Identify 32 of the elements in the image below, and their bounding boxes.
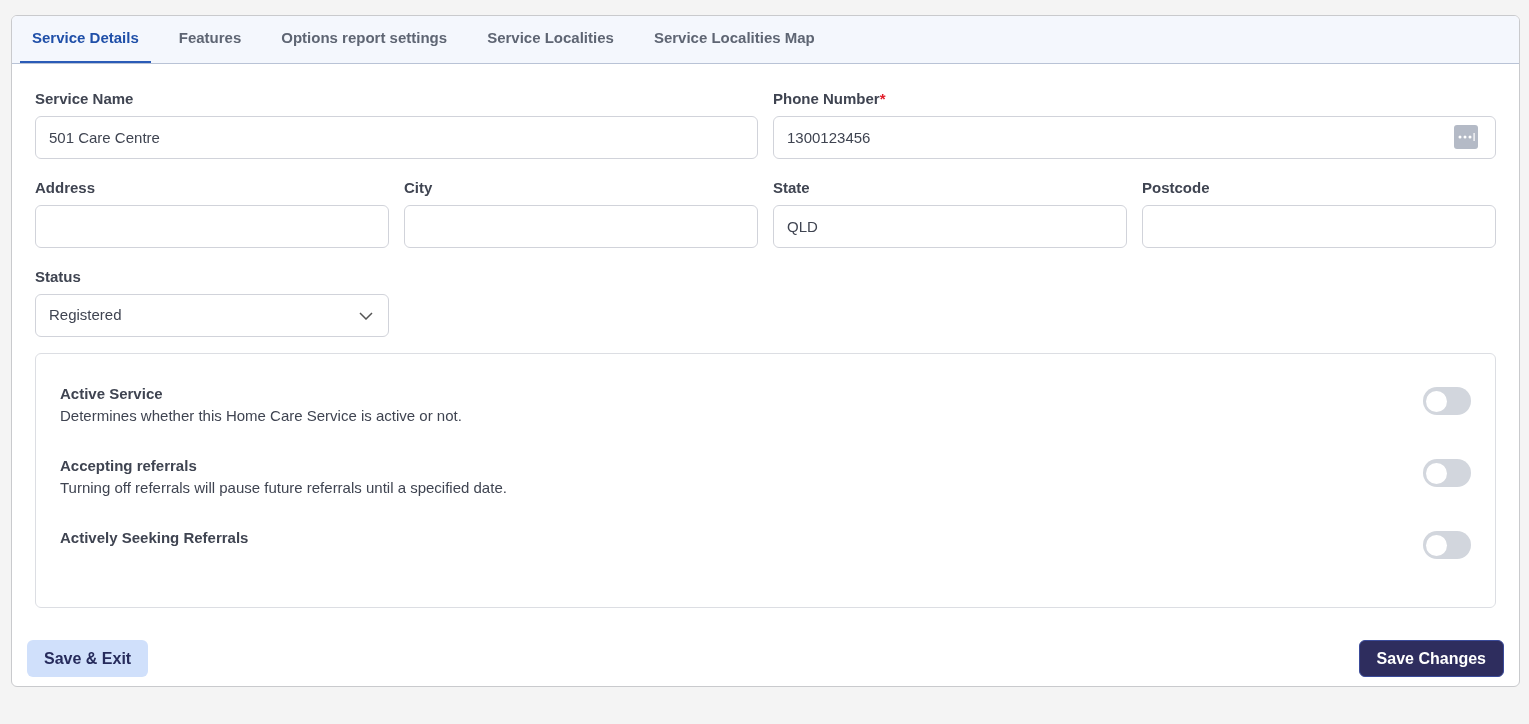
- field-label: Postcode: [1142, 179, 1210, 197]
- setting-title: Active Service: [60, 385, 164, 403]
- save-changes-button[interactable]: Save Changes: [1358, 640, 1504, 677]
- setting-description: Turning off referrals will pause future referrals until a specified date.: [60, 479, 507, 497]
- field-label: Phone Number: [773, 90, 880, 108]
- chevron-down-icon: [359, 311, 373, 320]
- toggle-switch[interactable]: [1423, 387, 1471, 415]
- setting-description: Determines whether this Home Care Service is active or not.: [60, 407, 462, 425]
- toggle-switch[interactable]: [1423, 531, 1471, 559]
- field-label: Address: [35, 179, 96, 197]
- input-field[interactable]: 1300123456: [773, 116, 1496, 159]
- save-exit-button[interactable]: Save & Exit: [27, 640, 149, 677]
- password-manager-icon[interactable]: [1454, 125, 1478, 149]
- toggle-switch[interactable]: [1423, 459, 1471, 487]
- status-select[interactable]: Registered: [35, 294, 389, 337]
- tab[interactable]: Options report settings: [269, 16, 460, 63]
- input-field[interactable]: [404, 205, 758, 248]
- input-field[interactable]: QLD: [773, 205, 1127, 248]
- tab[interactable]: Service Localities: [475, 16, 626, 63]
- setting-title: Accepting referrals: [60, 457, 198, 475]
- field-label: Service Name: [35, 90, 134, 108]
- field-label: Status: [35, 268, 81, 286]
- input-field[interactable]: 501 Care Centre: [35, 116, 758, 159]
- field-label: State: [773, 179, 810, 197]
- input-field[interactable]: [35, 205, 389, 248]
- field-label: City: [404, 179, 433, 197]
- required-asterisk: *: [879, 90, 886, 108]
- tab[interactable]: Features: [166, 16, 254, 63]
- tab[interactable]: Service Details: [20, 16, 151, 63]
- setting-title: Actively Seeking Referrals: [60, 529, 249, 547]
- input-field[interactable]: [1142, 205, 1496, 248]
- tab[interactable]: Service Localities Map: [641, 16, 827, 63]
